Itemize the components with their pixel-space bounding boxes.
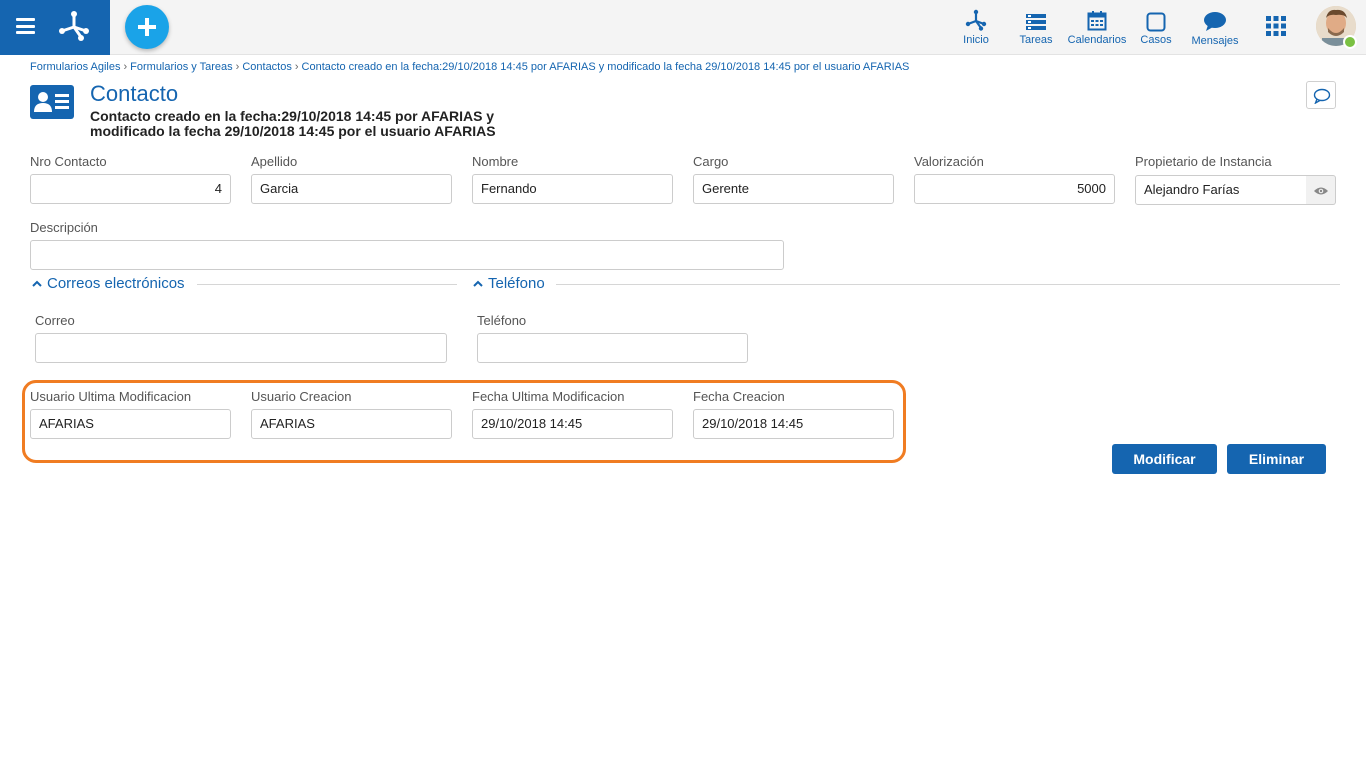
fecha-creacion-field[interactable]: 29/10/2018 14:45 [693,409,894,439]
eliminar-button[interactable]: Eliminar [1227,444,1326,474]
chat-bubble-icon [1204,12,1226,31]
section-divider [556,284,1340,285]
correo-label: Correo [35,313,75,328]
nro-contacto-label: Nro Contacto [30,154,107,169]
top-bar: Inicio Tareas Calendarios Casos Mensajes [0,0,1366,55]
valorizacion-field[interactable]: 5000 [914,174,1115,204]
section-correos-title: Correos electrónicos [47,275,185,292]
add-button[interactable] [125,5,169,49]
nav-calendarios-label: Calendarios [1067,34,1127,46]
page-title: Contacto [90,81,179,106]
view-owner-button[interactable] [1306,175,1336,205]
online-status-indicator [1343,35,1357,49]
nav-tareas[interactable]: Tareas [1016,6,1056,46]
home-network-icon [965,9,987,31]
nav-casos-label: Casos [1140,34,1172,46]
propietario-field[interactable]: Alejandro Farías [1135,175,1307,205]
comment-icon [1313,88,1331,104]
nro-contacto-field[interactable]: 4 [30,174,231,204]
page-subtitle: Contacto creado en la fecha:29/10/2018 1… [90,109,610,139]
menu-block [0,0,110,55]
calendar-icon [1087,11,1107,31]
subtitle-line-1: Contacto creado en la fecha:29/10/2018 1… [90,108,495,124]
descripcion-label: Descripción [30,220,98,235]
breadcrumb-formularios-tareas[interactable]: Formularios y Tareas [130,61,233,73]
plus-icon [138,18,156,36]
telefono-label: Teléfono [477,313,527,328]
breadcrumb-contactos[interactable]: Contactos [242,61,292,73]
subtitle-line-2: modificado la fecha 29/10/2018 14:45 por… [90,123,496,139]
usuario-creacion-label: Usuario Creacion [251,389,352,404]
cargo-label: Cargo [693,154,729,169]
nav-mensajes-label: Mensajes [1191,35,1239,47]
breadcrumb: Formularios Agiles › Formularios y Tareas ›… [30,61,909,73]
fecha-ultima-mod-field[interactable]: 29/10/2018 14:45 [472,409,673,439]
tasks-icon [1026,14,1046,30]
breadcrumb-formularios-agiles[interactable]: Formularios Agiles [30,61,120,73]
nav-mensajes[interactable]: Mensajes [1190,6,1240,47]
nav-inicio-label: Inicio [963,34,989,46]
valorizacion-label: Valorización [914,154,984,169]
chevron-up-icon [32,280,42,287]
usuario-ultima-mod-label: Usuario Ultima Modificacion [30,389,192,404]
section-telefono-toggle[interactable]: Teléfono [473,275,545,292]
section-correos-toggle[interactable]: Correos electrónicos [32,275,185,292]
usuario-ultima-mod-field[interactable]: AFARIAS [30,409,231,439]
apellido-label: Apellido [251,154,298,169]
modificar-button[interactable]: Modificar [1112,444,1217,474]
section-telefono-title: Teléfono [488,275,545,292]
nav-casos[interactable]: Casos [1138,6,1174,46]
nombre-field[interactable]: Fernando [472,174,673,204]
breadcrumb-separator: › [235,61,240,73]
apps-grid-icon[interactable] [1266,16,1286,36]
correo-field[interactable] [35,333,447,363]
fecha-creacion-label: Fecha Creacion [693,389,785,404]
section-divider [197,284,457,285]
nav-tareas-label: Tareas [1019,34,1053,46]
cases-icon [1146,12,1166,32]
logo-icon[interactable] [57,9,91,43]
cargo-field[interactable]: Gerente [693,174,894,204]
nav-calendarios[interactable]: Calendarios [1066,6,1128,46]
telefono-field[interactable] [477,333,748,363]
hamburger-menu-icon[interactable] [16,18,35,34]
nombre-label: Nombre [472,154,519,169]
descripcion-field[interactable] [30,240,784,270]
chevron-up-icon [473,280,483,287]
propietario-label: Propietario de Instancia [1135,154,1272,169]
comments-button[interactable] [1306,81,1336,109]
apellido-field[interactable]: Garcia [251,174,452,204]
breadcrumb-separator: › [123,61,128,73]
contact-card-icon [30,85,74,119]
usuario-creacion-field[interactable]: AFARIAS [251,409,452,439]
nav-inicio[interactable]: Inicio [956,6,996,46]
eye-icon [1314,187,1328,195]
fecha-ultima-mod-label: Fecha Ultima Modificacion [472,389,625,404]
breadcrumb-current[interactable]: Contacto creado en la fecha:29/10/2018 1… [302,61,910,73]
breadcrumb-separator: › [294,61,299,73]
